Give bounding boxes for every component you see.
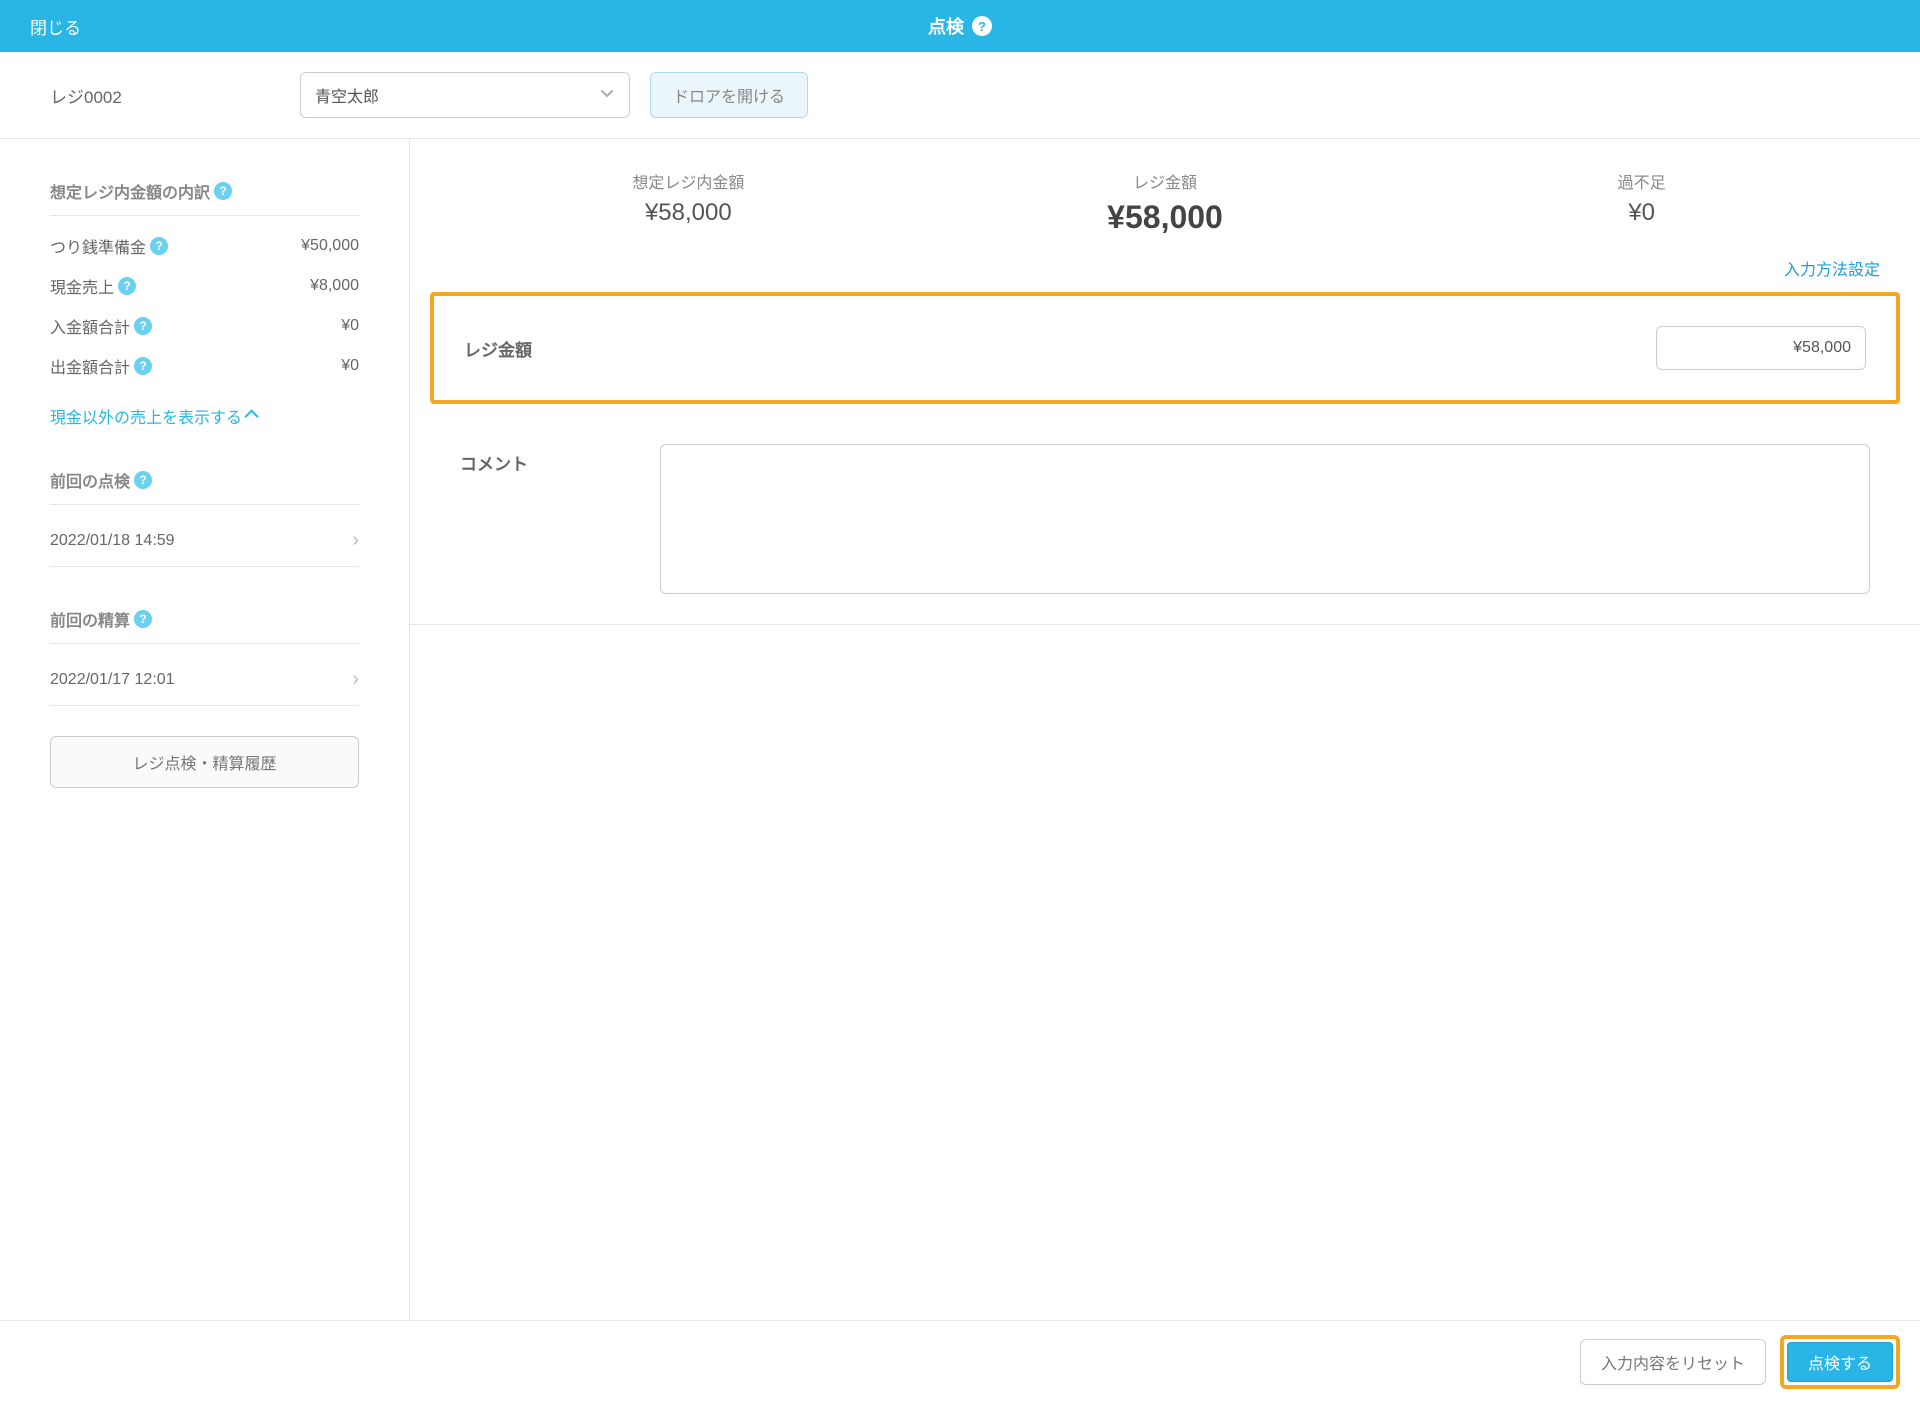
last-settlement-heading: 前回の精算 ? [50,607,359,644]
close-button[interactable]: 閉じる [30,14,81,39]
help-icon[interactable]: ? [134,317,152,335]
footer: 入力内容をリセット 点検する [0,1320,1920,1403]
breakdown-label: 出金額合計 [50,354,130,378]
summary-label: 想定レジ内金額 [450,169,927,193]
submit-highlight: 点検する [1780,1335,1900,1389]
open-drawer-button[interactable]: ドロアを開ける [650,72,808,118]
chevron-up-icon [248,407,258,425]
body: 想定レジ内金額の内訳 ? つり銭準備金? ¥50,000 現金売上? ¥8,00… [0,139,1920,1372]
main: 想定レジ内金額 ¥58,000 レジ金額 ¥58,000 過不足 ¥0 入力方法… [410,139,1920,1372]
breakdown-value: ¥0 [341,357,359,375]
breakdown-row: 出金額合計? ¥0 [50,346,359,386]
last-check-heading-text: 前回の点検 [50,468,130,492]
show-noncash-toggle[interactable]: 現金以外の売上を表示する [50,404,359,428]
summary-label: 過不足 [1403,169,1880,193]
last-settlement-value: 2022/01/17 12:01 [50,671,175,689]
register-amount-row: レジ金額 [430,292,1900,404]
breakdown-label: つり銭準備金 [50,234,146,258]
breakdown-value: ¥0 [341,317,359,335]
breakdown-label: 現金売上 [50,274,114,298]
history-button[interactable]: レジ点検・精算履歴 [50,736,359,788]
help-icon[interactable]: ? [972,16,992,36]
last-check-heading: 前回の点検 ? [50,468,359,505]
summary-value: ¥0 [1403,199,1880,227]
summary-value: ¥58,000 [450,199,927,227]
input-settings-link[interactable]: 入力方法設定 [1784,262,1880,279]
last-check-value: 2022/01/18 14:59 [50,532,175,550]
last-settlement-heading-text: 前回の精算 [50,607,130,631]
comment-textarea[interactable] [660,444,1870,594]
help-icon[interactable]: ? [150,237,168,255]
staff-select-value: 青空太郎 [315,83,379,107]
summary-diff: 過不足 ¥0 [1403,169,1880,236]
page-title-text: 点検 [928,13,964,39]
breakdown-label: 入金額合計 [50,314,130,338]
register-amount-input[interactable] [1656,326,1866,370]
app-header: 閉じる 点検 ? [0,0,1920,52]
help-icon[interactable]: ? [118,277,136,295]
summary-value: ¥58,000 [927,199,1404,236]
help-icon[interactable]: ? [134,471,152,489]
summary-label: レジ金額 [927,169,1404,193]
chevron-right-icon: › [352,529,359,552]
breakdown-value: ¥8,000 [310,277,359,295]
last-settlement-row[interactable]: 2022/01/17 12:01 › [50,654,359,706]
staff-select[interactable]: 青空太郎 [300,72,630,118]
page-title: 点検 ? [928,13,992,39]
submit-button[interactable]: 点検する [1787,1342,1893,1382]
chevron-down-icon [599,85,615,106]
reset-button[interactable]: 入力内容をリセット [1580,1339,1766,1385]
breakdown-heading-text: 想定レジ内金額の内訳 [50,179,210,203]
help-icon[interactable]: ? [134,357,152,375]
breakdown-value: ¥50,000 [301,237,359,255]
last-check-row[interactable]: 2022/01/18 14:59 › [50,515,359,567]
comment-label: コメント [460,444,620,594]
summary-row: 想定レジ内金額 ¥58,000 レジ金額 ¥58,000 過不足 ¥0 [410,139,1920,256]
control-bar: レジ0002 青空太郎 ドロアを開ける [0,52,1920,139]
breakdown-row: つり銭準備金? ¥50,000 [50,226,359,266]
breakdown-row: 入金額合計? ¥0 [50,306,359,346]
chevron-right-icon: › [352,668,359,691]
sidebar: 想定レジ内金額の内訳 ? つり銭準備金? ¥50,000 現金売上? ¥8,00… [0,139,410,1372]
register-amount-label: レジ金額 [464,336,532,361]
breakdown-row: 現金売上? ¥8,000 [50,266,359,306]
register-label: レジ0002 [50,83,280,108]
show-noncash-label: 現金以外の売上を表示する [50,404,242,428]
comment-row: コメント [410,414,1920,625]
help-icon[interactable]: ? [134,610,152,628]
summary-actual: レジ金額 ¥58,000 [927,169,1404,236]
breakdown-heading: 想定レジ内金額の内訳 ? [50,179,359,216]
summary-expected: 想定レジ内金額 ¥58,000 [450,169,927,236]
help-icon[interactable]: ? [214,182,232,200]
input-settings-link-wrap: 入力方法設定 [410,256,1920,292]
